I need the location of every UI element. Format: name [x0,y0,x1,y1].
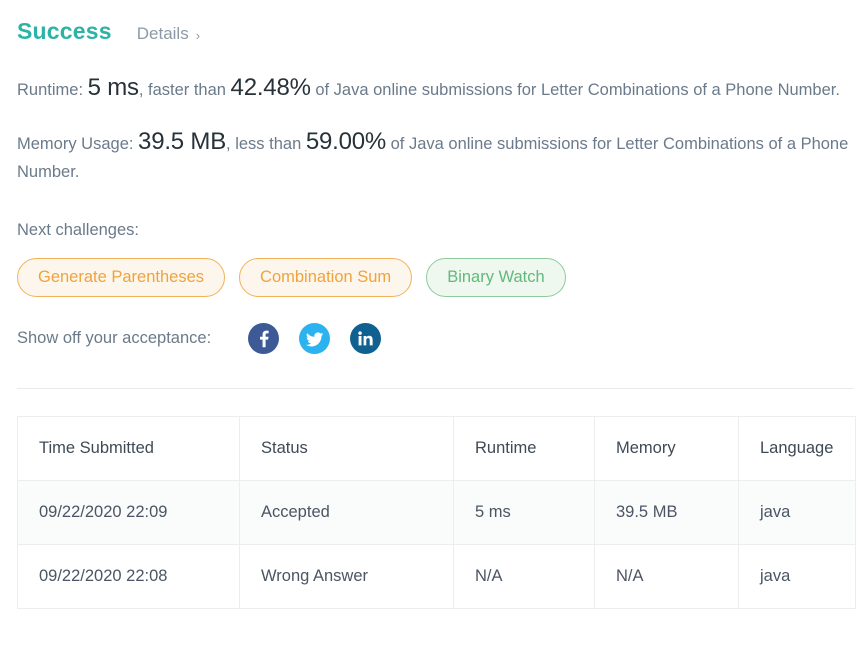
memory-mid: , less than [226,135,306,153]
runtime-suffix: of Java online submissions for Letter Co… [310,81,840,99]
submissions-table: Time Submitted Status Runtime Memory Lan… [17,416,856,609]
submission-result-panel: Success Details › Runtime: 5 ms, faster … [0,0,867,659]
runtime-value: 5 ms [87,74,139,101]
table-row[interactable]: 09/22/2020 22:09 Accepted 5 ms 39.5 MB j… [17,480,856,545]
challenge-pill-generate-parentheses[interactable]: Generate Parentheses [17,258,226,297]
details-link-label: Details [136,24,189,43]
next-challenges-label: Next challenges: [17,221,139,239]
cell-language: java [738,544,856,609]
share-section: Show off your acceptance: [0,323,867,354]
runtime-mid: , faster than [138,81,231,99]
cell-memory: 39.5 MB [594,480,739,545]
cell-language: java [738,480,856,545]
runtime-prefix: Runtime: [17,81,88,99]
share-icon-group [248,323,382,354]
column-header-memory: Memory [594,416,739,481]
cell-memory: N/A [594,544,739,609]
column-header-status: Status [239,416,454,481]
memory-stat-line: Memory Usage: 39.5 MB, less than 59.00% … [17,128,855,186]
column-header-runtime: Runtime [453,416,595,481]
table-row[interactable]: 09/22/2020 22:08 Wrong Answer N/A N/A ja… [17,544,856,609]
cell-time-submitted: 09/22/2020 22:08 [17,544,240,609]
chevron-right-icon: › [195,27,201,43]
runtime-stat-line: Runtime: 5 ms, faster than 42.48% of Jav… [17,74,855,104]
memory-prefix: Memory Usage: [17,135,139,153]
share-label: Show off your acceptance: [17,329,212,347]
column-header-time-submitted: Time Submitted [17,416,240,481]
twitter-icon[interactable] [299,323,331,354]
section-divider [17,388,854,389]
details-link[interactable]: Details › [137,24,200,44]
submissions-table-wrapper: Time Submitted Status Runtime Memory Lan… [17,416,856,609]
stats-section: Runtime: 5 ms, faster than 42.48% of Jav… [0,74,867,186]
cell-time-submitted: 09/22/2020 22:09 [17,480,240,545]
challenge-pill-combination-sum[interactable]: Combination Sum [239,258,413,297]
memory-value: 39.5 MB [138,128,227,155]
cell-status[interactable]: Wrong Answer [239,544,454,609]
facebook-icon[interactable] [248,323,280,354]
page-title: Success [17,18,112,44]
runtime-percentile: 42.48% [230,74,311,101]
linkedin-icon[interactable] [350,323,382,354]
result-header: Success Details › [0,0,867,45]
cell-status[interactable]: Accepted [239,480,454,545]
challenge-pill-binary-watch[interactable]: Binary Watch [426,258,566,297]
memory-percentile: 59.00% [305,128,387,155]
table-header-row: Time Submitted Status Runtime Memory Lan… [17,416,856,481]
column-header-language: Language [738,416,856,481]
cell-runtime: N/A [453,544,595,609]
cell-runtime: 5 ms [453,480,595,545]
next-challenges-list: Generate Parentheses Combination Sum Bin… [0,258,867,297]
